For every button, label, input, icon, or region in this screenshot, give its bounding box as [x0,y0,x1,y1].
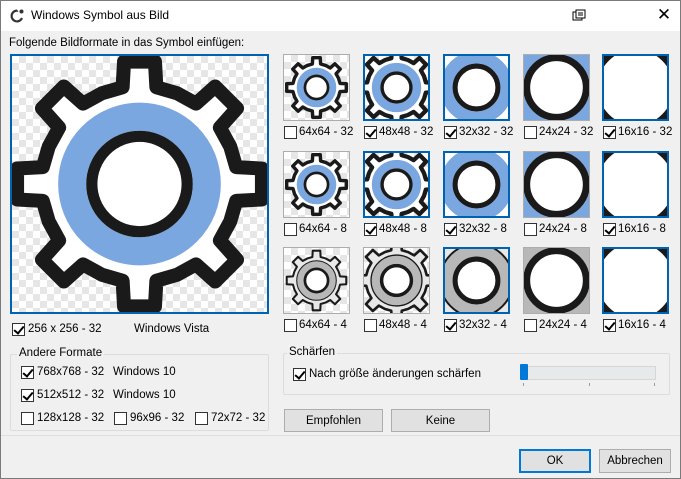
preview-16x16-8[interactable] [602,151,669,218]
checkbox-72[interactable] [195,412,208,425]
format-label: 48x48 - 8 [379,223,427,235]
recommended-button[interactable]: Empfohlen [284,409,383,432]
preview-64x64-4[interactable] [283,247,350,314]
checkbox-32x32-32[interactable] [444,126,457,139]
format-label: 48x48 - 4 [379,319,427,331]
preview-24x24-4[interactable] [523,247,590,314]
label-96: 96x96 - 32 [130,412,185,424]
instruction-label: Folgende Bildformate in das Symbol einfü… [9,37,245,49]
label-768: 768x768 - 32 [37,366,105,378]
checkbox-16x16-4[interactable] [603,319,616,332]
close-icon[interactable]: ✕ [651,4,677,26]
checkbox-64x64-4[interactable] [284,319,297,332]
format-label: 32x32 - 32 [459,126,514,138]
format-label: 32x32 - 4 [459,319,507,331]
format-label: 64x64 - 8 [299,223,347,235]
checkbox-96[interactable] [114,412,127,425]
preview-48x48-32[interactable] [363,54,430,121]
title-bar: Windows Symbol aus Bild ✕ [1,1,680,31]
label-512: 512x512 - 32 [37,389,105,401]
checkbox-512[interactable] [21,389,34,402]
format-label: 16x16 - 4 [618,319,666,331]
preview-48x48-4[interactable] [363,247,430,314]
preview-24x24-32[interactable] [523,54,590,121]
preview-256[interactable] [10,54,269,314]
slider-tick [654,383,655,386]
dialog-content: Folgende Bildformate in das Symbol einfü… [1,31,680,435]
format-label: 64x64 - 32 [299,126,354,138]
format-label: 24x24 - 32 [539,126,594,138]
checkbox-64x64-32[interactable] [284,126,297,139]
preview-32x32-32[interactable] [443,54,510,121]
checkbox-sharpen[interactable] [293,368,306,381]
format-label: 16x16 - 8 [618,223,666,235]
cancel-button[interactable]: Abbrechen [599,449,671,473]
label-128: 128x128 - 32 [37,412,105,424]
format-label: 32x32 - 8 [459,223,507,235]
format-label: 24x24 - 8 [539,223,587,235]
preview-32x32-8[interactable] [443,151,510,218]
checkbox-16x16-8[interactable] [603,223,616,236]
label-windows-vista: Windows Vista [134,323,210,335]
checkbox-48x48-4[interactable] [364,319,377,332]
sharpen-title: Schärfen [287,346,338,358]
preview-24x24-8[interactable] [523,151,590,218]
checkbox-256-32[interactable] [12,323,25,336]
checkbox-24x24-4[interactable] [524,319,537,332]
preview-64x64-8[interactable] [283,151,350,218]
none-button[interactable]: Keine [391,409,490,432]
preview-48x48-8[interactable] [363,151,430,218]
checkbox-24x24-32[interactable] [524,126,537,139]
checkbox-48x48-32[interactable] [364,126,377,139]
window-title: Windows Symbol aus Bild [31,8,170,22]
preview-32x32-4[interactable] [443,247,510,314]
label-512-os: Windows 10 [113,389,176,401]
format-label: 64x64 - 4 [299,319,347,331]
sharpen-slider-thumb[interactable] [520,364,528,380]
label-72: 72x72 - 32 [211,412,266,424]
label-256-32: 256 x 256 - 32 [28,323,102,335]
checkbox-32x32-8[interactable] [444,223,457,236]
checkbox-24x24-8[interactable] [524,223,537,236]
preview-64x64-32[interactable] [283,54,350,121]
dialog-window: Windows Symbol aus Bild ✕ Folgende Bildf… [0,0,681,479]
sharpen-slider-track[interactable] [521,366,656,380]
preview-16x16-4[interactable] [602,247,669,314]
checkbox-32x32-4[interactable] [444,319,457,332]
other-formats-title: Andere Formate [17,347,105,359]
ok-button[interactable]: OK [519,449,591,473]
preview-16x16-32[interactable] [602,54,669,121]
gear-app-icon [9,8,25,24]
checkbox-64x64-8[interactable] [284,223,297,236]
checkbox-768[interactable] [21,366,34,379]
format-label: 16x16 - 32 [618,126,673,138]
checkbox-48x48-8[interactable] [364,223,377,236]
checkbox-16x16-32[interactable] [603,126,616,139]
dialog-footer: OK Abbrechen [1,435,680,478]
label-768-os: Windows 10 [113,366,176,378]
help-icon[interactable] [568,6,588,26]
slider-tick [589,383,590,386]
checkbox-128[interactable] [21,412,34,425]
label-sharpen: Nach größe änderungen schärfen [309,368,481,380]
slider-tick [523,383,524,386]
format-label: 24x24 - 4 [539,319,587,331]
format-label: 48x48 - 32 [379,126,434,138]
